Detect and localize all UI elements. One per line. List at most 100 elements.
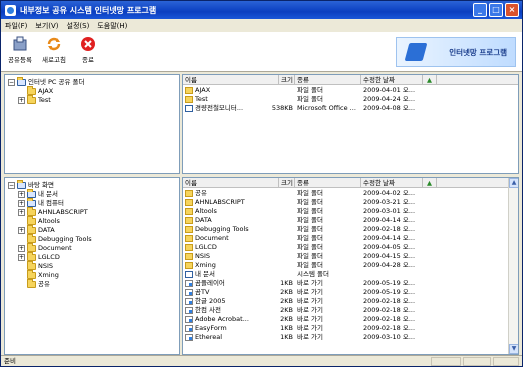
- file-type: 파일 폴더: [297, 86, 323, 94]
- exit-icon: [81, 37, 95, 51]
- refresh-button[interactable]: 새로고침: [39, 36, 69, 68]
- scroll-up-icon[interactable]: ▲: [509, 178, 518, 188]
- file-name: Ethereal: [195, 333, 223, 341]
- file-type: 파일 폴더: [297, 243, 323, 251]
- tree-item[interactable]: + LGLCD: [18, 252, 60, 262]
- column-header-cell[interactable]: 종류: [295, 75, 361, 85]
- local-file-list[interactable]: 이름 크기 종류 수정한 날짜 ▲ 공유 파일 폴더 2009-04-02 오... AHNLA…: [182, 177, 519, 355]
- expand-toggle-icon[interactable]: −: [8, 182, 15, 189]
- file-date: 2009-02-18 오...: [363, 315, 416, 323]
- list-item[interactable]: NSIS 파일 폴더 2009-04-15 오...: [183, 252, 518, 261]
- file-size: 2KB: [280, 297, 293, 305]
- close-button[interactable]: ×: [505, 3, 519, 17]
- list-item[interactable]: 한컴 사전 2KB 바로 가기 2009-02-18 오...: [183, 306, 518, 315]
- file-name: DATA: [195, 216, 212, 224]
- file-date: 2009-05-19 오...: [363, 279, 416, 287]
- vertical-scrollbar[interactable]: ▲ ▼: [508, 178, 518, 354]
- column-header-cell[interactable]: 크기: [279, 75, 295, 85]
- file-date: 2009-04-14 오...: [363, 216, 416, 224]
- folder-icon: [185, 208, 193, 215]
- list-item[interactable]: 한글 2005 2KB 바로 가기 2009-02-18 오...: [183, 297, 518, 306]
- menu-view[interactable]: 보기(V): [35, 21, 58, 31]
- list-item[interactable]: Document 파일 폴더 2009-04-14 오...: [183, 234, 518, 243]
- column-header-cell[interactable]: 종류: [295, 178, 361, 188]
- menu-settings[interactable]: 설정(S): [67, 21, 90, 31]
- tree-item[interactable]: + 내 문서: [18, 189, 58, 199]
- expand-toggle-icon[interactable]: +: [18, 97, 25, 104]
- expand-toggle-icon[interactable]: +: [18, 245, 25, 252]
- list-item[interactable]: 경량전철모니터... 538KB Microsoft Office ... 2009-…: [183, 104, 518, 113]
- column-header-cell[interactable]: 이름: [183, 178, 279, 188]
- expand-toggle-icon[interactable]: +: [18, 209, 25, 216]
- list-item[interactable]: Xming 파일 폴더 2009-04-28 오...: [183, 261, 518, 270]
- column-header-cell[interactable]: ▲: [423, 178, 437, 188]
- expand-toggle-icon[interactable]: +: [18, 191, 25, 198]
- tree-item[interactable]: 공유: [18, 279, 50, 289]
- register-button[interactable]: 공유등록: [5, 36, 35, 68]
- tree-item-label: AHNLABSCRIPT: [38, 208, 88, 216]
- expand-toggle-icon[interactable]: +: [18, 200, 25, 207]
- file-date: 2009-03-21 오...: [363, 198, 416, 206]
- list-item[interactable]: EasyForm 1KB 바로 가기 2009-02-18 오...: [183, 324, 518, 333]
- column-header-cell[interactable]: 크기: [279, 178, 295, 188]
- shortcut-icon: [185, 280, 193, 287]
- list-item[interactable]: 곰플레이어 1KB 바로 가기 2009-05-19 오...: [183, 279, 518, 288]
- file-name: 경량전철모니터...: [195, 104, 244, 112]
- app-window: 내부정보 공유 시스템 인터넷망 프로그램 _ □ × 파일(F) 보기(V) …: [0, 0, 523, 367]
- column-header-cell[interactable]: 수정한 날짜: [361, 75, 423, 85]
- list-item[interactable]: Altools 파일 폴더 2009-03-01 오...: [183, 207, 518, 216]
- file-size: [267, 86, 293, 95]
- folder-icon: [27, 216, 36, 225]
- expand-toggle-icon[interactable]: −: [8, 79, 15, 86]
- file-type: 파일 폴더: [297, 198, 323, 206]
- file-date: 2009-04-08 오...: [363, 104, 416, 112]
- expand-toggle-icon[interactable]: +: [18, 227, 25, 234]
- tree-item[interactable]: + DATA: [18, 225, 55, 235]
- exit-button[interactable]: 종료: [73, 36, 103, 68]
- list-item[interactable]: LGLCD 파일 폴더 2009-04-05 오...: [183, 243, 518, 252]
- minimize-button[interactable]: _: [473, 3, 487, 17]
- menu-file[interactable]: 파일(F): [5, 21, 27, 31]
- column-header-cell[interactable]: ▲: [423, 75, 437, 85]
- maximize-button[interactable]: □: [489, 3, 503, 17]
- file-type: 바로 가기: [297, 324, 323, 332]
- list-item[interactable]: DATA 파일 폴더 2009-04-14 오...: [183, 216, 518, 225]
- list-item[interactable]: Ethereal 1KB 바로 가기 2009-03-10 오...: [183, 333, 518, 342]
- tree-item[interactable]: + Test: [18, 95, 51, 105]
- tree-item[interactable]: Altools: [18, 216, 60, 226]
- file-date: 2009-02-18 오...: [363, 324, 416, 332]
- list-item[interactable]: Adobe Acrobat... 2KB 바로 가기 2009-02-18 오...: [183, 315, 518, 324]
- tree-item[interactable]: + 내 컴퓨터: [18, 198, 64, 208]
- title-bar: 내부정보 공유 시스템 인터넷망 프로그램 _ □ ×: [1, 1, 522, 19]
- file-type: 파일 폴더: [297, 207, 323, 215]
- shortcut-icon: [185, 316, 193, 323]
- folder-icon: [185, 244, 193, 251]
- shared-file-list[interactable]: 이름 크기 종류 수정한 날짜 ▲ AJAX 파일 폴더 2009-04-01 오... Tes…: [182, 74, 519, 174]
- column-header-cell[interactable]: 이름: [183, 75, 279, 85]
- file-name: 곰TV: [195, 288, 210, 296]
- file-size: 1KB: [280, 333, 293, 341]
- list-item[interactable]: 곰TV 2KB 바로 가기 2009-05-19 오...: [183, 288, 518, 297]
- tree-item[interactable]: − 인터넷 PC 공유 폴더: [8, 77, 85, 87]
- tree-item[interactable]: AJAX: [18, 86, 53, 96]
- list-item[interactable]: 내 문서 시스템 폴더: [183, 270, 518, 279]
- tree-item[interactable]: Xming: [18, 270, 59, 280]
- shared-folder-tree[interactable]: − 인터넷 PC 공유 폴더 AJAX + Test: [4, 74, 180, 174]
- file-name: 공유: [195, 189, 207, 197]
- tree-item[interactable]: NSIS: [18, 261, 53, 271]
- menu-help[interactable]: 도움말(H): [97, 21, 127, 31]
- list-item[interactable]: Test 파일 폴더 2009-04-24 오...: [183, 95, 518, 104]
- scroll-down-icon[interactable]: ▼: [509, 344, 518, 354]
- list-item[interactable]: AHNLABSCRIPT 파일 폴더 2009-03-21 오...: [183, 198, 518, 207]
- list-item[interactable]: Debugging Tools 파일 폴더 2009-02-18 오...: [183, 225, 518, 234]
- column-header-cell[interactable]: 수정한 날짜: [361, 178, 423, 188]
- folder-icon: [27, 234, 36, 243]
- list-item[interactable]: AJAX 파일 폴더 2009-04-01 오...: [183, 86, 518, 95]
- shortcut-icon: [185, 298, 193, 305]
- local-folder-tree[interactable]: − 바탕 화면 + 내 문서 + 내 컴퓨터 + AHNLABSCRIPT Altools + DA…: [4, 177, 180, 355]
- list-item[interactable]: 공유 파일 폴더 2009-04-02 오...: [183, 189, 518, 198]
- expand-toggle-icon[interactable]: +: [18, 254, 25, 261]
